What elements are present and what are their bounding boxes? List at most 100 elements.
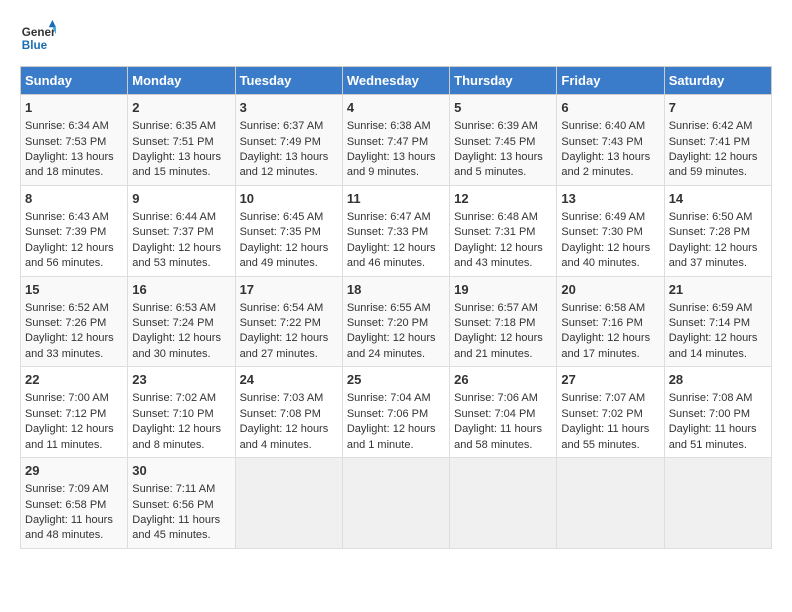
day-info-line: Sunset: 7:43 PM: [561, 135, 659, 150]
column-header-monday: Monday: [128, 67, 235, 95]
calendar-cell: 23Sunrise: 7:02 AMSunset: 7:10 PMDayligh…: [128, 367, 235, 458]
day-info-line: Daylight: 11 hours: [561, 422, 659, 437]
calendar-cell: 14Sunrise: 6:50 AMSunset: 7:28 PMDayligh…: [664, 185, 771, 276]
day-number: 13: [561, 190, 659, 208]
day-info-line: Sunrise: 7:07 AM: [561, 391, 659, 406]
day-info-line: Sunrise: 6:43 AM: [25, 210, 123, 225]
day-info-line: and 55 minutes.: [561, 438, 659, 453]
calendar-week-row: 22Sunrise: 7:00 AMSunset: 7:12 PMDayligh…: [21, 367, 772, 458]
day-info-line: Sunrise: 7:11 AM: [132, 482, 230, 497]
calendar-cell: 6Sunrise: 6:40 AMSunset: 7:43 PMDaylight…: [557, 95, 664, 186]
day-info-line: Daylight: 12 hours: [240, 422, 338, 437]
day-info-line: Daylight: 12 hours: [669, 150, 767, 165]
day-info-line: Sunset: 7:10 PM: [132, 407, 230, 422]
day-info-line: Sunset: 7:31 PM: [454, 225, 552, 240]
day-info-line: Sunrise: 6:50 AM: [669, 210, 767, 225]
day-info-line: and 46 minutes.: [347, 256, 445, 271]
day-info-line: Sunrise: 6:57 AM: [454, 301, 552, 316]
day-info-line: and 17 minutes.: [561, 347, 659, 362]
calendar-cell: 13Sunrise: 6:49 AMSunset: 7:30 PMDayligh…: [557, 185, 664, 276]
calendar-cell: 28Sunrise: 7:08 AMSunset: 7:00 PMDayligh…: [664, 367, 771, 458]
day-info-line: Daylight: 12 hours: [25, 241, 123, 256]
day-number: 3: [240, 99, 338, 117]
day-info-line: Sunrise: 7:09 AM: [25, 482, 123, 497]
day-info-line: Daylight: 12 hours: [561, 331, 659, 346]
column-header-saturday: Saturday: [664, 67, 771, 95]
day-info-line: Sunset: 7:18 PM: [454, 316, 552, 331]
day-number: 11: [347, 190, 445, 208]
day-info-line: and 12 minutes.: [240, 165, 338, 180]
calendar-cell: 5Sunrise: 6:39 AMSunset: 7:45 PMDaylight…: [450, 95, 557, 186]
day-info-line: and 21 minutes.: [454, 347, 552, 362]
day-info-line: Daylight: 12 hours: [132, 331, 230, 346]
day-info-line: and 2 minutes.: [561, 165, 659, 180]
day-info-line: Sunrise: 6:42 AM: [669, 119, 767, 134]
calendar-cell: [235, 458, 342, 549]
day-info-line: Sunrise: 6:45 AM: [240, 210, 338, 225]
calendar-cell: 12Sunrise: 6:48 AMSunset: 7:31 PMDayligh…: [450, 185, 557, 276]
day-info-line: Sunrise: 6:54 AM: [240, 301, 338, 316]
day-info-line: Sunrise: 6:40 AM: [561, 119, 659, 134]
calendar-cell: 10Sunrise: 6:45 AMSunset: 7:35 PMDayligh…: [235, 185, 342, 276]
calendar-cell: [664, 458, 771, 549]
day-info-line: Sunset: 7:26 PM: [25, 316, 123, 331]
day-info-line: Daylight: 12 hours: [347, 331, 445, 346]
day-number: 9: [132, 190, 230, 208]
day-info-line: Sunrise: 7:00 AM: [25, 391, 123, 406]
day-info-line: Daylight: 12 hours: [669, 241, 767, 256]
day-info-line: Sunset: 7:08 PM: [240, 407, 338, 422]
day-info-line: Sunset: 7:51 PM: [132, 135, 230, 150]
day-info-line: Sunset: 7:00 PM: [669, 407, 767, 422]
calendar-table: SundayMondayTuesdayWednesdayThursdayFrid…: [20, 66, 772, 549]
day-number: 12: [454, 190, 552, 208]
day-number: 25: [347, 371, 445, 389]
calendar-cell: 24Sunrise: 7:03 AMSunset: 7:08 PMDayligh…: [235, 367, 342, 458]
day-number: 18: [347, 281, 445, 299]
day-info-line: and 18 minutes.: [25, 165, 123, 180]
day-info-line: Sunset: 7:24 PM: [132, 316, 230, 331]
day-number: 27: [561, 371, 659, 389]
day-info-line: Sunset: 7:47 PM: [347, 135, 445, 150]
day-info-line: Daylight: 12 hours: [132, 422, 230, 437]
calendar-cell: 11 Sunrise: 6:47 AMSunset: 7:33 PMDayligh…: [342, 185, 449, 276]
day-info-line: Daylight: 12 hours: [454, 241, 552, 256]
day-info-line: Sunset: 7:30 PM: [561, 225, 659, 240]
day-info-line: Daylight: 13 hours: [561, 150, 659, 165]
column-header-wednesday: Wednesday: [342, 67, 449, 95]
day-info-line: Daylight: 12 hours: [347, 241, 445, 256]
day-info-line: Daylight: 11 hours: [454, 422, 552, 437]
day-info-line: Sunset: 7:41 PM: [669, 135, 767, 150]
day-info-line: Sunset: 7:49 PM: [240, 135, 338, 150]
day-info-line: Sunrise: 6:52 AM: [25, 301, 123, 316]
day-number: 21: [669, 281, 767, 299]
calendar-header-row: SundayMondayTuesdayWednesdayThursdayFrid…: [21, 67, 772, 95]
day-info-line: Sunset: 7:39 PM: [25, 225, 123, 240]
day-info-line: and 53 minutes.: [132, 256, 230, 271]
day-info-line: and 51 minutes.: [669, 438, 767, 453]
day-info-line: and 14 minutes.: [669, 347, 767, 362]
day-info-line: Sunrise: 6:55 AM: [347, 301, 445, 316]
calendar-cell: 7Sunrise: 6:42 AMSunset: 7:41 PMDaylight…: [664, 95, 771, 186]
day-info-line: Sunrise: 6:39 AM: [454, 119, 552, 134]
day-number: 17: [240, 281, 338, 299]
calendar-cell: 1Sunrise: 6:34 AMSunset: 7:53 PMDaylight…: [21, 95, 128, 186]
day-info-line: and 15 minutes.: [132, 165, 230, 180]
day-info-line: Daylight: 12 hours: [669, 331, 767, 346]
calendar-cell: 18Sunrise: 6:55 AMSunset: 7:20 PMDayligh…: [342, 276, 449, 367]
day-number: 26: [454, 371, 552, 389]
day-info-line: Sunrise: 6:47 AM: [347, 210, 445, 225]
day-number: 30: [132, 462, 230, 480]
day-info-line: Sunset: 7:35 PM: [240, 225, 338, 240]
day-info-line: Sunrise: 6:49 AM: [561, 210, 659, 225]
day-info-line: Sunset: 7:33 PM: [347, 225, 445, 240]
day-info-line: and 48 minutes.: [25, 528, 123, 543]
day-info-line: and 24 minutes.: [347, 347, 445, 362]
day-info-line: Sunrise: 6:58 AM: [561, 301, 659, 316]
day-number: 1: [25, 99, 123, 117]
calendar-cell: 15Sunrise: 6:52 AMSunset: 7:26 PMDayligh…: [21, 276, 128, 367]
calendar-cell: 9Sunrise: 6:44 AMSunset: 7:37 PMDaylight…: [128, 185, 235, 276]
day-info-line: Daylight: 13 hours: [132, 150, 230, 165]
column-header-sunday: Sunday: [21, 67, 128, 95]
day-info-line: Sunrise: 6:37 AM: [240, 119, 338, 134]
day-info-line: and 1 minute.: [347, 438, 445, 453]
